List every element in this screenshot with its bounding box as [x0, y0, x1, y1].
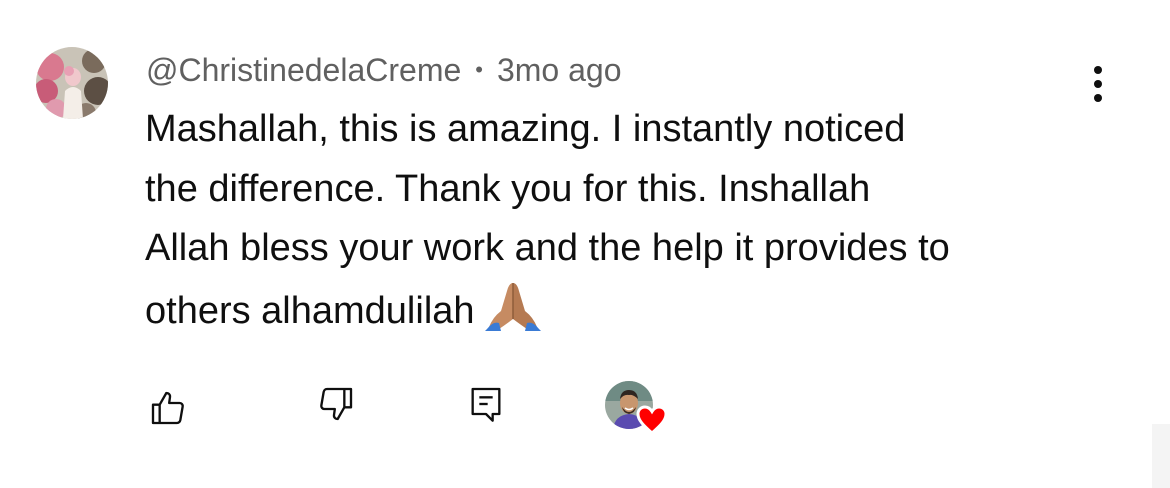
comment-line: Allah bless your work and the help it pr… — [145, 227, 950, 269]
edge-divider — [1152, 424, 1170, 488]
thumbs-up-icon — [151, 391, 184, 425]
comment-timestamp[interactable]: 3mo ago — [497, 52, 622, 89]
comment-line: the difference. Thank you for this. Insh… — [145, 167, 871, 210]
like-button[interactable] — [144, 384, 192, 432]
comment-line: others alhamdulilah — [145, 289, 475, 332]
heart-icon — [636, 405, 668, 435]
reply-comment-icon — [471, 387, 501, 422]
comment-last-line: others alhamdulilah — [145, 279, 1095, 350]
comment-meta: @ChristinedelaCreme • 3mo ago — [146, 48, 622, 92]
folded-hands-emoji-icon — [484, 279, 541, 350]
author-avatar-image — [36, 47, 108, 119]
thumbs-down-icon — [320, 387, 353, 421]
creator-heart-badge[interactable] — [605, 381, 671, 439]
meta-separator: • — [475, 57, 483, 82]
comment-body: Mashallah, this is amazing. I instantly … — [145, 100, 1095, 349]
author-handle[interactable]: @ChristinedelaCreme — [146, 52, 461, 89]
reply-button[interactable] — [462, 380, 510, 428]
author-avatar[interactable] — [36, 47, 108, 119]
comment-line: Mashallah, this is amazing. I instantly … — [145, 108, 906, 150]
dislike-button[interactable] — [312, 380, 360, 428]
